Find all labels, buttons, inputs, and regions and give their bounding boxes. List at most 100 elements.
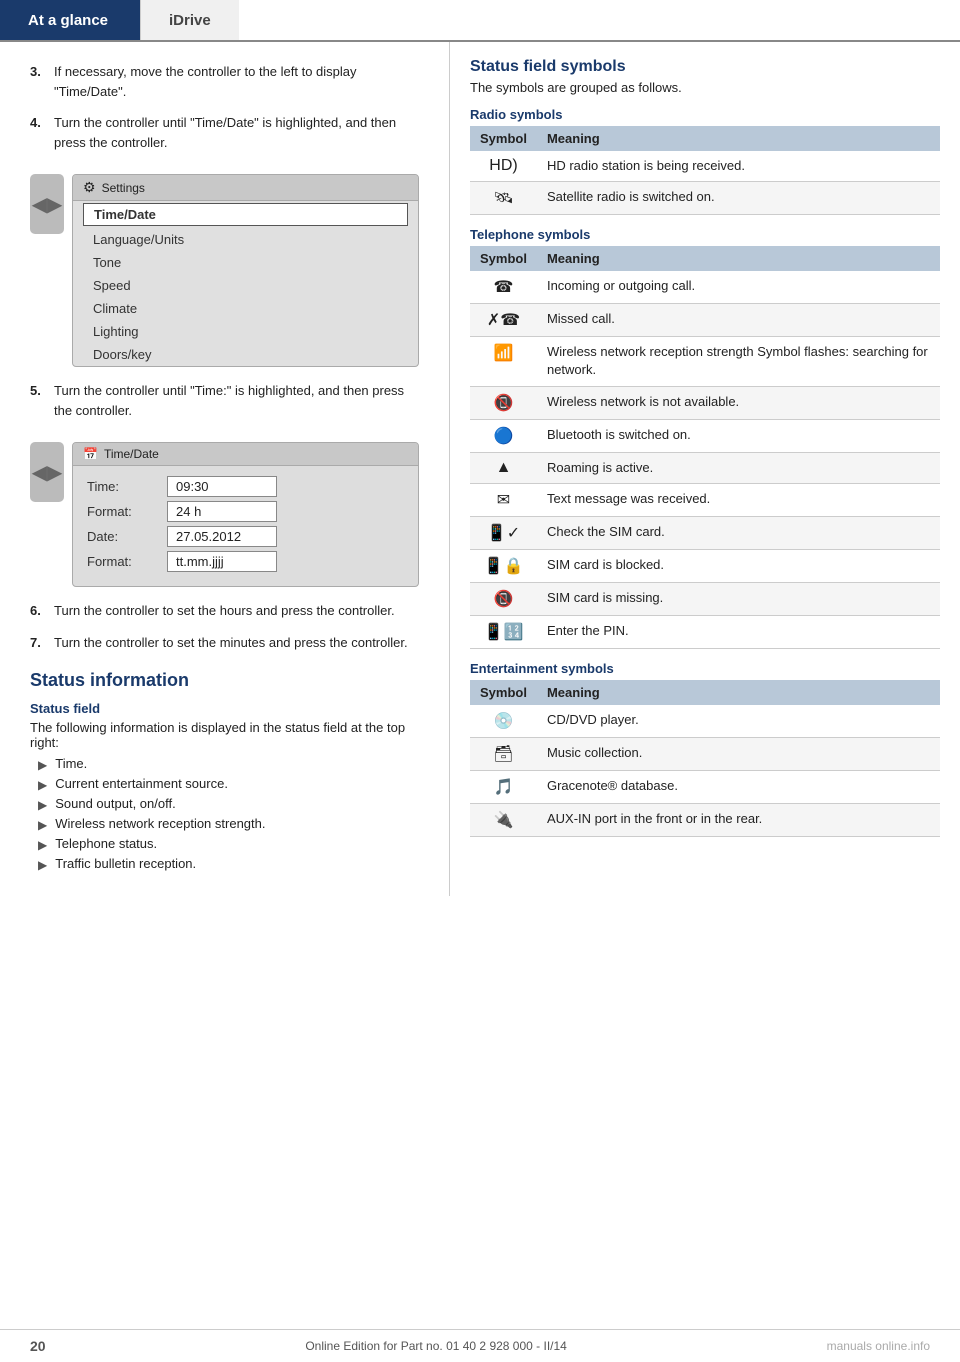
scr2-value-2: 27.05.2012 <box>167 526 277 547</box>
step-7-text: Turn the controller to set the minutes a… <box>54 633 419 653</box>
left-column: 3. If necessary, move the controller to … <box>0 42 450 896</box>
status-list-text-1: Current entertainment source. <box>55 776 228 791</box>
radio-meaning-1: Satellite radio is switched on. <box>537 182 940 215</box>
screenshot2: 📅 Time/Date Time:09:30Format:24 hDate:27… <box>72 442 419 587</box>
step-5-text: Turn the controller until "Time:" is hig… <box>54 381 419 420</box>
scr2-value-1: 24 h <box>167 501 277 522</box>
scr2-value-3: tt.mm.jjjj <box>167 551 277 572</box>
status-field-list: ▶Time.▶Current entertainment source.▶Sou… <box>38 756 419 872</box>
arrow-icon-3: ▶ <box>38 818 47 832</box>
status-list-item-3: ▶ Wireless network reception strength. <box>38 816 419 832</box>
tel-meaning-3: Wireless network is not available. <box>537 386 940 419</box>
step-4: 4. Turn the controller until "Time/Date"… <box>30 113 419 152</box>
tel-symbol-5: ▲ <box>470 452 537 483</box>
telephone-row-5: ▲Roaming is active. <box>470 452 940 483</box>
page-header: At a glance iDrive <box>0 0 960 42</box>
telephone-row-8: 📱🔒SIM card is blocked. <box>470 549 940 582</box>
tel-symbol-9: 📵 <box>470 582 537 615</box>
arrow-icon-5: ▶ <box>38 858 47 872</box>
tel-meaning-0: Incoming or outgoing call. <box>537 271 940 304</box>
ent-col-symbol: Symbol <box>470 680 537 705</box>
status-list-item-0: ▶ Time. <box>38 756 419 772</box>
radio-table: Symbol Meaning HD)HD radio station is be… <box>470 126 940 215</box>
scr2-row-3: Format:tt.mm.jjjj <box>87 551 404 572</box>
tel-meaning-9: SIM card is missing. <box>537 582 940 615</box>
ent-col-meaning: Meaning <box>537 680 940 705</box>
entertainment-row-2: 🎵Gracenote® database. <box>470 770 940 803</box>
telephone-row-0: ☎Incoming or outgoing call. <box>470 271 940 304</box>
telephone-symbols-heading: Telephone symbols <box>470 227 940 242</box>
screenshot1-title: ⚙ Settings <box>73 175 418 201</box>
step-6: 6. Turn the controller to set the hours … <box>30 601 419 621</box>
telephone-row-3: 📵Wireless network is not available. <box>470 386 940 419</box>
radio-col-meaning: Meaning <box>537 126 940 151</box>
entertainment-table: Symbol Meaning 💿CD/DVD player.🗃Music col… <box>470 680 940 837</box>
entertainment-symbols-heading: Entertainment symbols <box>470 661 940 676</box>
main-content: 3. If necessary, move the controller to … <box>0 42 960 896</box>
tel-symbol-4: 🔵 <box>470 419 537 452</box>
tel-meaning-6: Text message was received. <box>537 483 940 516</box>
status-field-symbols-heading: Status field symbols <box>470 58 940 76</box>
radio-row-1: 🛰Satellite radio is switched on. <box>470 182 940 215</box>
status-list-text-3: Wireless network reception strength. <box>55 816 265 831</box>
status-information-heading: Status information <box>30 670 419 691</box>
tel-col-symbol: Symbol <box>470 246 537 271</box>
ent-symbol-0: 💿 <box>470 705 537 738</box>
status-list-item-2: ▶ Sound output, on/off. <box>38 796 419 812</box>
right-column: Status field symbols The symbols are gro… <box>450 42 960 896</box>
screenshot2-body: Time:09:30Format:24 hDate:27.05.2012Form… <box>73 466 418 586</box>
status-field-intro: The following information is displayed i… <box>30 720 419 750</box>
arrow-icon-2: ▶ <box>38 798 47 812</box>
telephone-row-6: ✉Text message was received. <box>470 483 940 516</box>
tel-meaning-5: Roaming is active. <box>537 452 940 483</box>
radio-col-symbol: Symbol <box>470 126 537 151</box>
tel-meaning-1: Missed call. <box>537 304 940 337</box>
scr2-row-1: Format:24 h <box>87 501 404 522</box>
arrow-icon-4: ▶ <box>38 838 47 852</box>
status-list-text-5: Traffic bulletin reception. <box>55 856 196 871</box>
scr2-label-3: Format: <box>87 554 167 569</box>
page-number: 20 <box>30 1338 46 1354</box>
step-4-text: Turn the controller until "Time/Date" is… <box>54 113 419 152</box>
screenshot1: ⚙ Settings Time/DateLanguage/UnitsToneSp… <box>72 174 419 367</box>
step-4-num: 4. <box>30 113 50 152</box>
tel-symbol-1: ✗☎ <box>470 304 537 337</box>
status-list-item-1: ▶Current entertainment source. <box>38 776 419 792</box>
status-list-text-2: Sound output, on/off. <box>55 796 175 811</box>
telephone-row-1: ✗☎Missed call. <box>470 304 940 337</box>
tab-at-a-glance[interactable]: At a glance <box>0 0 140 40</box>
page-footer: 20 Online Edition for Part no. 01 40 2 9… <box>0 1329 960 1362</box>
radio-row-0: HD)HD radio station is being received. <box>470 151 940 182</box>
telephone-row-4: 🔵Bluetooth is switched on. <box>470 419 940 452</box>
status-list-text-0: Time. <box>55 756 87 771</box>
tel-meaning-7: Check the SIM card. <box>537 516 940 549</box>
arrow-icon-0: ▶ <box>38 758 47 772</box>
right-intro: The symbols are grouped as follows. <box>470 80 940 95</box>
ent-meaning-1: Music collection. <box>537 737 940 770</box>
tel-symbol-8: 📱🔒 <box>470 549 537 582</box>
status-list-item-5: ▶ Traffic bulletin reception. <box>38 856 419 872</box>
step-5: 5. Turn the controller until "Time:" is … <box>30 381 419 420</box>
tel-meaning-2: Wireless network reception strength Symb… <box>537 337 940 386</box>
tel-meaning-10: Enter the PIN. <box>537 615 940 648</box>
step-7-num: 7. <box>30 633 50 653</box>
status-list-item-4: ▶ Telephone status. <box>38 836 419 852</box>
step-5-num: 5. <box>30 381 50 420</box>
ent-symbol-1: 🗃 <box>470 737 537 770</box>
radio-meaning-0: HD radio station is being received. <box>537 151 940 182</box>
nav-controller-icon2: ◀▶ <box>30 442 64 502</box>
calendar-icon: 📅 <box>83 447 98 461</box>
telephone-row-9: 📵SIM card is missing. <box>470 582 940 615</box>
nav-controller-icon: ◀▶ <box>30 174 64 234</box>
radio-symbols-heading: Radio symbols <box>470 107 940 122</box>
screenshot1-menu-item-6: Doors/key <box>73 343 418 366</box>
step-3: 3. If necessary, move the controller to … <box>30 62 419 101</box>
radio-symbol-0: HD) <box>470 151 537 182</box>
tab-idrive[interactable]: iDrive <box>140 0 239 40</box>
tel-symbol-6: ✉ <box>470 483 537 516</box>
telephone-row-10: 📱🔢Enter the PIN. <box>470 615 940 648</box>
telephone-row-2: 📶Wireless network reception strength Sym… <box>470 337 940 386</box>
status-list-text-4: Telephone status. <box>55 836 157 851</box>
scr2-label-0: Time: <box>87 479 167 494</box>
gear-icon: ⚙ <box>83 179 96 196</box>
